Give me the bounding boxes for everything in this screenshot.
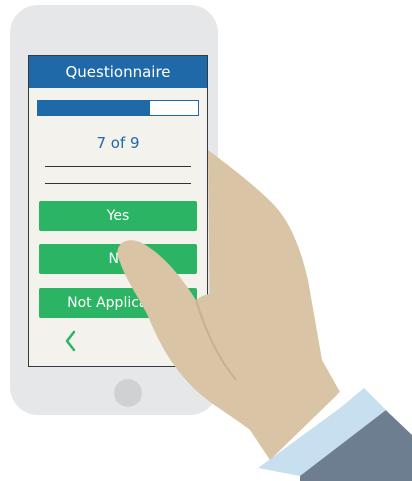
hand-illustration bbox=[117, 150, 412, 481]
